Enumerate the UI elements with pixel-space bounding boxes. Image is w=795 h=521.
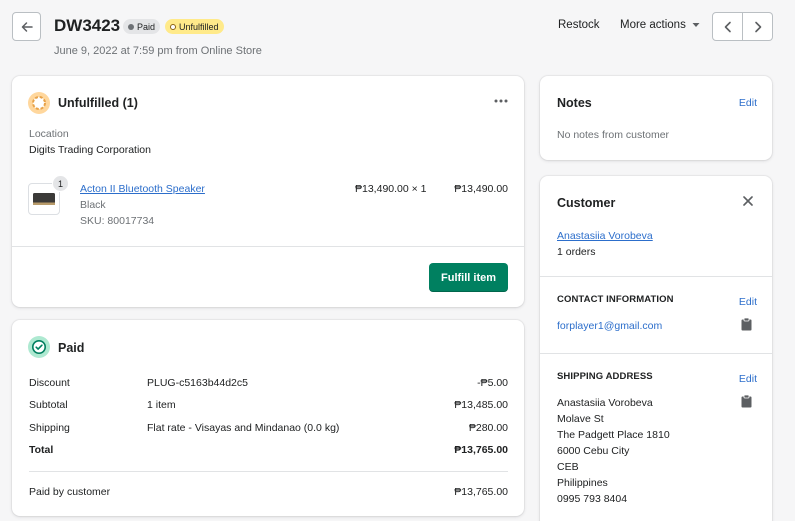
- paid-status-icon: [28, 336, 50, 358]
- shipping-address-block: Anastasiia Vorobeva Molave St The Padget…: [557, 395, 670, 507]
- product-sku: SKU: 80017734: [80, 215, 155, 227]
- payment-row-detail: 1 item: [147, 399, 176, 411]
- paid-badge-dot: [128, 23, 134, 30]
- paid-badge-label: Paid: [137, 21, 156, 32]
- unfulfilled-status-icon: [28, 92, 50, 114]
- check-circle-icon: [32, 340, 46, 354]
- divider: [12, 246, 524, 247]
- pager: [712, 12, 773, 41]
- notes-title: Notes: [557, 96, 592, 110]
- divider: [540, 353, 772, 354]
- payment-row-discount: Discount PLUG-c5163b44d2c5 -₱5.00: [29, 375, 508, 391]
- payment-row-total: Total ₱13,765.00: [29, 442, 508, 458]
- address-line: 0995 793 8404: [557, 493, 628, 505]
- customer-title: Customer: [557, 196, 616, 210]
- payment-row-subtotal: Subtotal 1 item ₱13,485.00: [29, 397, 508, 413]
- next-order-button[interactable]: [743, 12, 773, 41]
- address-line: Anastasiia Vorobeva: [557, 397, 653, 409]
- close-icon: [743, 196, 753, 206]
- payment-row-detail: Flat rate - Visayas and Mindanao (0.0 kg…: [147, 422, 340, 434]
- payment-row-label: Subtotal: [29, 399, 68, 411]
- clipboard-icon: [741, 317, 752, 331]
- payment-row-detail: PLUG-c5163b44d2c5: [147, 377, 248, 389]
- payment-row-amount: ₱13,485.00: [454, 399, 508, 411]
- more-actions-label: More actions: [620, 19, 686, 31]
- product-line-total: ₱13,490.00: [454, 183, 508, 195]
- unfulfilled-card: Unfulfilled (1) Location Digits Trading …: [12, 76, 524, 307]
- notes-body: No notes from customer: [557, 129, 670, 141]
- paid-badge: Paid: [123, 19, 161, 34]
- speaker-image: [33, 193, 55, 205]
- product-unit-price: ₱13,490.00 × 1: [355, 183, 427, 195]
- more-options-button[interactable]: [492, 96, 510, 106]
- address-line: Philippines: [557, 477, 608, 489]
- customer-orders-count: 1 orders: [557, 246, 596, 258]
- remove-customer-button[interactable]: [741, 194, 755, 208]
- divider: [540, 276, 772, 277]
- contact-information-heading: CONTACT INFORMATION: [557, 294, 674, 305]
- payment-row-amount: -₱5.00: [477, 377, 508, 389]
- shipping-edit-link[interactable]: Edit: [739, 373, 757, 385]
- more-actions-button[interactable]: More actions: [620, 19, 700, 31]
- shipping-address-heading: SHIPPING ADDRESS: [557, 371, 653, 382]
- paid-by-label: Paid by customer: [29, 486, 111, 498]
- unfulfilled-circle-icon: [32, 96, 46, 110]
- customer-email-link[interactable]: forplayer1@gmail.com: [557, 320, 662, 332]
- divider: [29, 471, 508, 472]
- restock-button[interactable]: Restock: [558, 19, 600, 31]
- fulfill-item-button[interactable]: Fulfill item: [429, 263, 508, 292]
- horizontal-dots-icon: [494, 99, 508, 103]
- notes-card: Notes Edit No notes from customer: [540, 76, 772, 160]
- contact-edit-link[interactable]: Edit: [739, 296, 757, 308]
- caret-down-icon: [692, 23, 700, 27]
- chevron-left-icon: [724, 21, 731, 32]
- copy-email-button[interactable]: [741, 317, 752, 334]
- payment-row-label: Shipping: [29, 422, 70, 434]
- payment-row-shipping: Shipping Flat rate - Visayas and Mindana…: [29, 420, 508, 436]
- unfulfilled-badge-label: Unfulfilled: [179, 21, 219, 32]
- unfulfilled-badge: Unfulfilled: [165, 19, 224, 34]
- paid-by-amount: ₱13,765.00: [454, 486, 508, 498]
- payment-title: Paid: [58, 341, 85, 355]
- product-variant: Black: [80, 199, 106, 211]
- payment-card: Paid Discount PLUG-c5163b44d2c5 -₱5.00 S…: [12, 320, 524, 516]
- unfulfilled-badge-dot: [170, 23, 176, 30]
- payment-row-label: Discount: [29, 377, 70, 389]
- unfulfilled-title: Unfulfilled (1): [58, 96, 138, 110]
- quantity-badge: 1: [52, 175, 69, 192]
- address-line: CEB: [557, 461, 579, 473]
- clipboard-icon: [741, 394, 752, 408]
- chevron-right-icon: [754, 21, 761, 32]
- order-title: DW3423: [54, 16, 121, 35]
- location-value: Digits Trading Corporation: [29, 144, 151, 156]
- previous-order-button[interactable]: [712, 12, 743, 41]
- copy-address-button[interactable]: [741, 394, 752, 411]
- payment-row-amount: ₱280.00: [468, 422, 508, 434]
- address-line: 6000 Cebu City: [557, 445, 630, 457]
- customer-name-link[interactable]: Anastasiia Vorobeva: [557, 230, 653, 242]
- address-line: Molave St: [557, 413, 604, 425]
- paid-by-customer-row: Paid by customer ₱13,765.00: [29, 484, 508, 500]
- payment-row-label: Total: [29, 444, 54, 456]
- back-button[interactable]: [12, 12, 41, 41]
- notes-edit-link[interactable]: Edit: [739, 97, 757, 109]
- location-label: Location: [29, 128, 69, 140]
- payment-row-amount: ₱13,765.00: [454, 444, 508, 456]
- customer-card: Customer Anastasiia Vorobeva 1 orders CO…: [540, 176, 772, 521]
- arrow-left-icon: [21, 21, 33, 32]
- order-subtitle: June 9, 2022 at 7:59 pm from Online Stor…: [54, 45, 262, 57]
- address-line: The Padgett Place 1810: [557, 429, 670, 441]
- product-link[interactable]: Acton II Bluetooth Speaker: [80, 183, 205, 195]
